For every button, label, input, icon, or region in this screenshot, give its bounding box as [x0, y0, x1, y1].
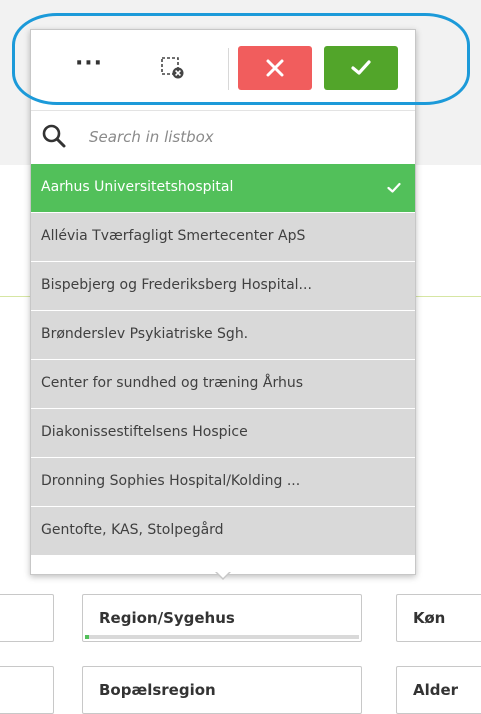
listbox-items: Aarhus Universitetshospital Allévia Tværf… — [31, 164, 415, 574]
field-label-region: Region/Sygehus — [99, 609, 235, 627]
selection-progress-fill — [85, 635, 89, 639]
toolbar-divider — [228, 48, 229, 90]
selection-toolbar: ··· — [31, 30, 415, 110]
popup-pointer-inner — [216, 571, 230, 578]
field-button-left-2[interactable] — [0, 666, 54, 714]
field-button-region[interactable]: Region/Sygehus — [82, 594, 362, 642]
list-item[interactable]: Center for sundhed og træning Århus — [31, 360, 415, 408]
cancel-selection-button[interactable] — [238, 46, 312, 90]
list-item[interactable]: Diakonissestiftelsens Hospice — [31, 409, 415, 457]
list-item-label: Aarhus Universitetshospital — [41, 179, 234, 195]
list-item[interactable]: Allévia Tværfagligt Smertecenter ApS — [31, 213, 415, 261]
field-button-kon[interactable]: Køn — [396, 594, 481, 642]
confirm-selection-button[interactable] — [324, 46, 398, 90]
list-item[interactable]: Bispebjerg og Frederiksberg Hospital... — [31, 262, 415, 310]
selected-check-icon — [387, 182, 401, 193]
list-item[interactable]: Gentofte, KAS, Stolpegård — [31, 507, 415, 555]
list-item-label: Bispebjerg og Frederiksberg Hospital... — [41, 277, 312, 293]
clear-selection-icon — [161, 57, 184, 79]
list-item[interactable]: Brønderslev Psykiatriske Sgh. — [31, 311, 415, 359]
more-horizontal-icon: ··· — [74, 51, 104, 76]
field-button-bopael[interactable]: Bopælsregion — [82, 666, 362, 714]
list-item-label: Dronning Sophies Hospital/Kolding ... — [41, 473, 301, 489]
field-label-bopael: Bopælsregion — [99, 681, 216, 699]
selection-progress-bar — [85, 635, 359, 639]
field-button-left-1[interactable] — [0, 594, 54, 642]
listbox-popup: ··· Aarhus Universitetshospital — [30, 29, 416, 575]
list-item-label: Allévia Tværfagligt Smertecenter ApS — [41, 228, 306, 244]
search-icon — [42, 124, 66, 148]
list-item-label: Diakonissestiftelsens Hospice — [41, 424, 248, 440]
clear-selections-button[interactable] — [153, 50, 193, 86]
list-item[interactable]: Dronning Sophies Hospital/Kolding ... — [31, 458, 415, 506]
close-icon — [266, 59, 284, 77]
list-item-label: Gentofte, KAS, Stolpegård — [41, 522, 224, 538]
field-button-alder[interactable]: Alder — [396, 666, 481, 714]
listbox-search — [31, 110, 415, 163]
check-icon — [351, 60, 371, 75]
list-item-label: Brønderslev Psykiatriske Sgh. — [41, 326, 249, 342]
list-item-label: Center for sundhed og træning Århus — [41, 375, 304, 391]
search-input[interactable] — [87, 121, 391, 153]
field-label-alder: Alder — [413, 681, 459, 699]
more-options-button[interactable]: ··· — [69, 50, 109, 86]
field-label-kon: Køn — [413, 609, 446, 627]
list-item[interactable]: Aarhus Universitetshospital — [31, 164, 415, 212]
